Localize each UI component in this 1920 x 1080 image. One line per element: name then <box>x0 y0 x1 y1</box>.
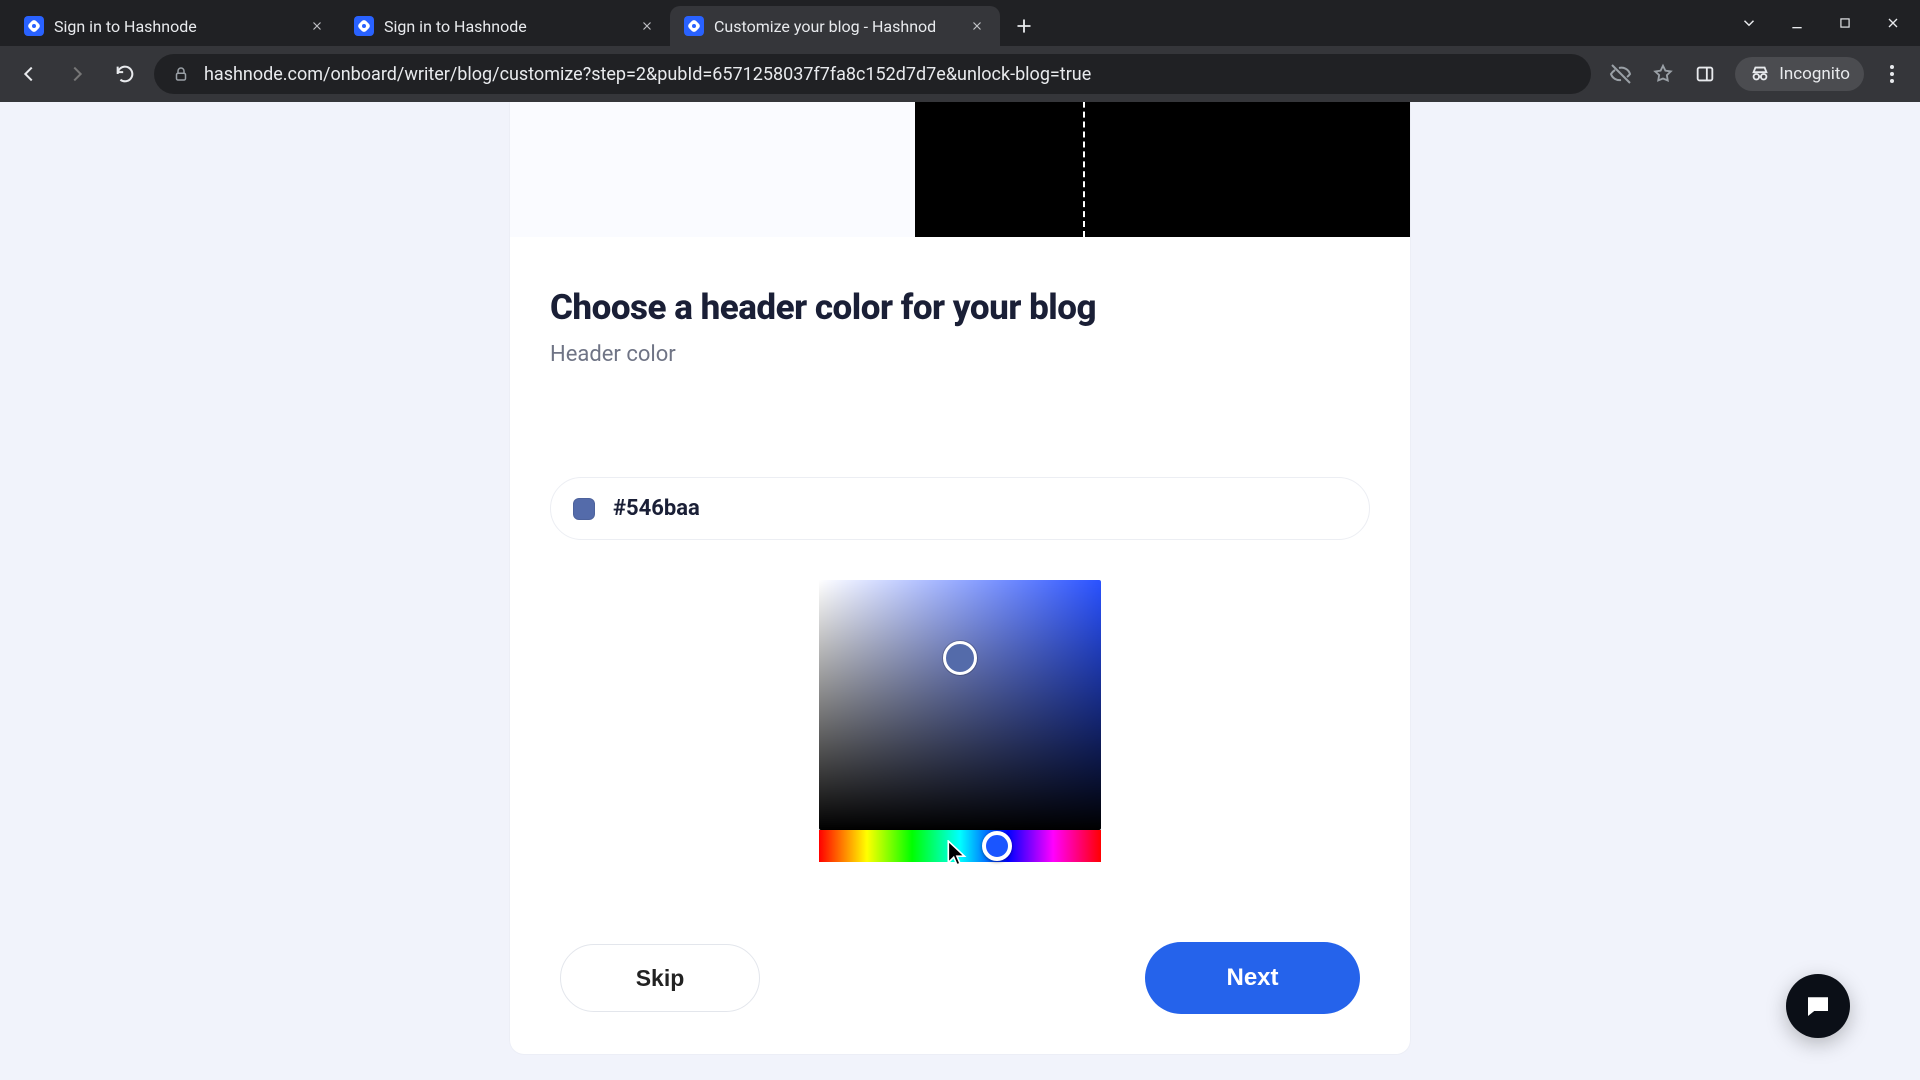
incognito-label: Incognito <box>1779 64 1850 84</box>
chat-icon <box>1803 991 1833 1021</box>
sub-label: Header color <box>550 342 1370 367</box>
hashnode-icon <box>684 16 704 36</box>
toolbar-right: Incognito <box>1601 57 1910 91</box>
sv-handle[interactable] <box>943 641 977 675</box>
saturation-value-area[interactable] <box>819 580 1101 830</box>
hashnode-icon <box>24 16 44 36</box>
onboarding-card: Choose a header color for your blog Head… <box>510 102 1410 1054</box>
forward-button[interactable] <box>58 55 96 93</box>
incognito-chip[interactable]: Incognito <box>1735 57 1864 91</box>
preview-divider <box>1083 102 1085 237</box>
close-icon[interactable] <box>968 17 986 35</box>
page-heading: Choose a header color for your blog <box>550 287 1370 328</box>
minimize-icon[interactable] <box>1788 14 1806 32</box>
maximize-icon[interactable] <box>1836 14 1854 32</box>
page-viewport: Choose a header color for your blog Head… <box>0 102 1920 1080</box>
kebab-menu-icon[interactable] <box>1882 65 1902 83</box>
color-swatch <box>573 498 595 520</box>
side-panel-icon[interactable] <box>1693 62 1717 86</box>
chevron-down-icon[interactable] <box>1740 14 1758 32</box>
address-bar: hashnode.com/onboard/writer/blog/customi… <box>0 46 1920 102</box>
tab-title: Customize your blog - Hashnod <box>714 17 958 36</box>
tab-title: Sign in to Hashnode <box>54 17 298 36</box>
back-button[interactable] <box>10 55 48 93</box>
eye-off-icon[interactable] <box>1609 62 1633 86</box>
close-icon[interactable] <box>638 17 656 35</box>
tab-item[interactable]: Sign in to Hashnode <box>10 6 340 46</box>
tab-item-active[interactable]: Customize your blog - Hashnod <box>670 6 1000 46</box>
header-preview <box>510 102 1410 237</box>
omnibox[interactable]: hashnode.com/onboard/writer/blog/customi… <box>154 54 1591 94</box>
hex-value: #546baa <box>613 496 700 521</box>
incognito-icon <box>1749 63 1771 85</box>
window-controls <box>1722 0 1920 46</box>
hue-handle[interactable] <box>982 831 1012 861</box>
skip-button[interactable]: Skip <box>560 944 760 1012</box>
tab-strip: Sign in to Hashnode Sign in to Hashnode … <box>0 0 1920 46</box>
close-icon[interactable] <box>308 17 326 35</box>
color-picker <box>819 580 1101 862</box>
tab-item[interactable]: Sign in to Hashnode <box>340 6 670 46</box>
preview-dark <box>915 102 1410 237</box>
next-button[interactable]: Next <box>1145 942 1360 1014</box>
reload-button[interactable] <box>106 55 144 93</box>
hue-slider[interactable] <box>819 830 1101 862</box>
hashnode-icon <box>354 16 374 36</box>
preview-light <box>510 102 915 237</box>
star-icon[interactable] <box>1651 62 1675 86</box>
chat-fab[interactable] <box>1786 974 1850 1038</box>
tab-title: Sign in to Hashnode <box>384 17 628 36</box>
new-tab-button[interactable] <box>1006 8 1042 44</box>
lock-icon <box>172 65 190 83</box>
url-text: hashnode.com/onboard/writer/blog/customi… <box>204 64 1091 85</box>
close-window-icon[interactable] <box>1884 14 1902 32</box>
hex-field[interactable]: #546baa <box>550 477 1370 540</box>
